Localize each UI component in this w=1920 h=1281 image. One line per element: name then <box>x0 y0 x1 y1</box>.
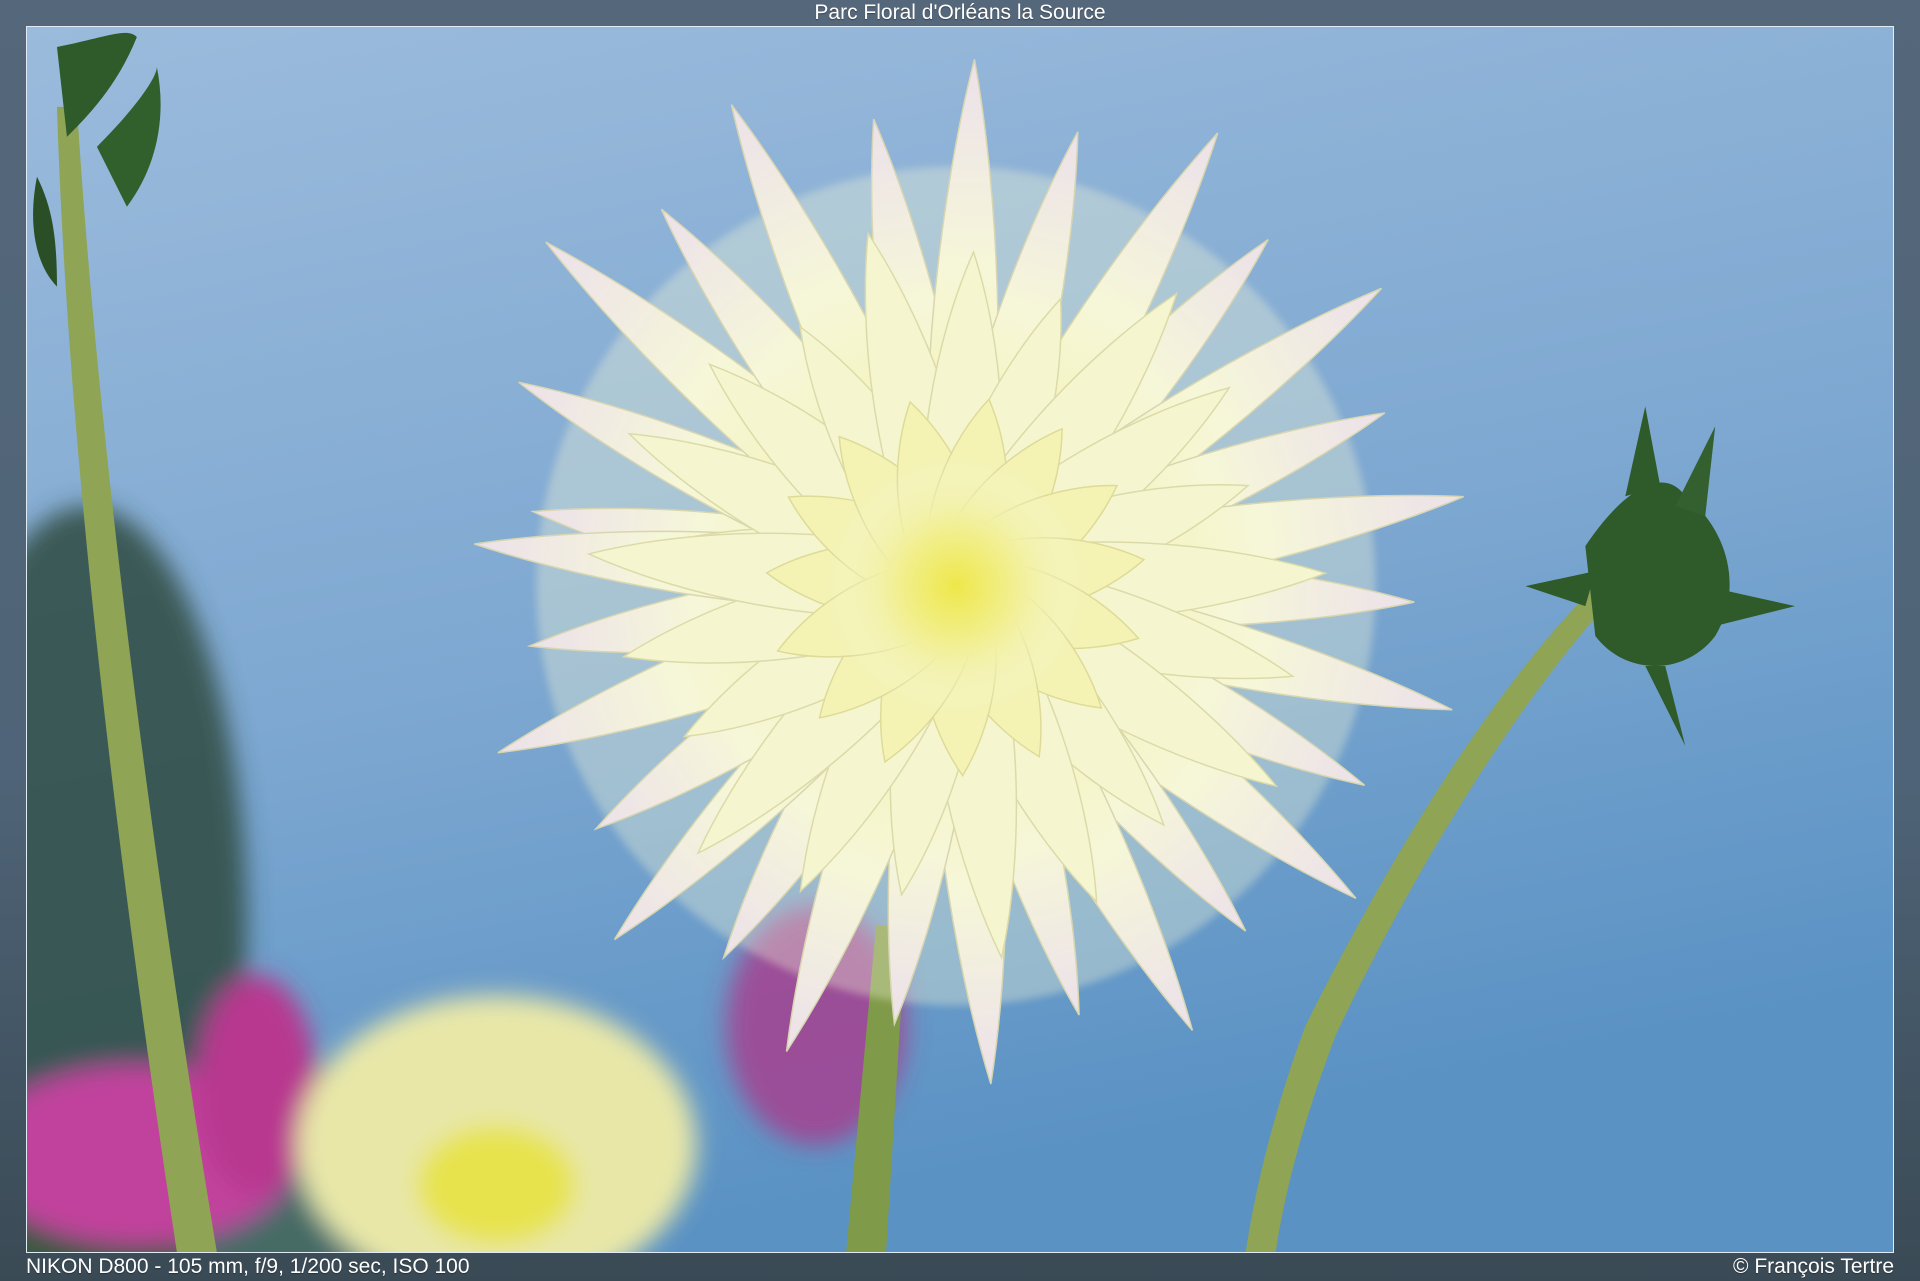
photo-viewer: Parc Floral d'Orléans la Source NIKON D8… <box>0 0 1920 1281</box>
exif-info: NIKON D800 - 105 mm, f/9, 1/200 sec, ISO… <box>26 1255 470 1278</box>
flower-center <box>826 456 1086 716</box>
photo-title: Parc Floral d'Orléans la Source <box>814 1 1106 24</box>
photo-footer: NIKON D800 - 105 mm, f/9, 1/200 sec, ISO… <box>0 1253 1920 1281</box>
dahlia-photo <box>26 26 1894 1253</box>
photo-canvas <box>27 27 1893 1252</box>
photo-credit: © François Tertre <box>1733 1255 1894 1278</box>
